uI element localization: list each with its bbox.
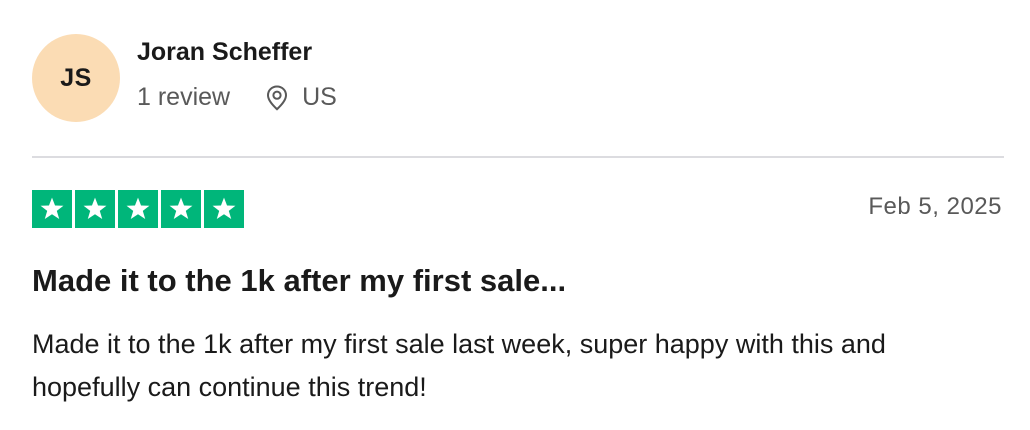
- map-pin-icon: [264, 84, 290, 112]
- star-rating: [32, 190, 244, 228]
- review-date: Feb 5, 2025: [868, 193, 1002, 220]
- location-text: US: [302, 83, 337, 111]
- star-icon: [75, 190, 115, 228]
- star-icon: [161, 190, 201, 228]
- divider: [32, 156, 1004, 158]
- star-icon: [118, 190, 158, 228]
- star-icon: [204, 190, 244, 228]
- star-icon: [32, 190, 72, 228]
- review-card: JS Joran Scheffer 1 review US Feb 5, 202…: [0, 0, 1030, 430]
- review-body: Made it to the 1k after my first sale la…: [32, 329, 886, 402]
- review-title: Made it to the 1k after my first sale...: [32, 263, 567, 298]
- avatar[interactable]: JS: [32, 34, 120, 122]
- avatar-initials: JS: [60, 63, 92, 92]
- review-count: 1 review: [137, 83, 231, 111]
- reviewer-meta: 1 review US: [137, 83, 337, 112]
- reviewer-name[interactable]: Joran Scheffer: [137, 38, 312, 67]
